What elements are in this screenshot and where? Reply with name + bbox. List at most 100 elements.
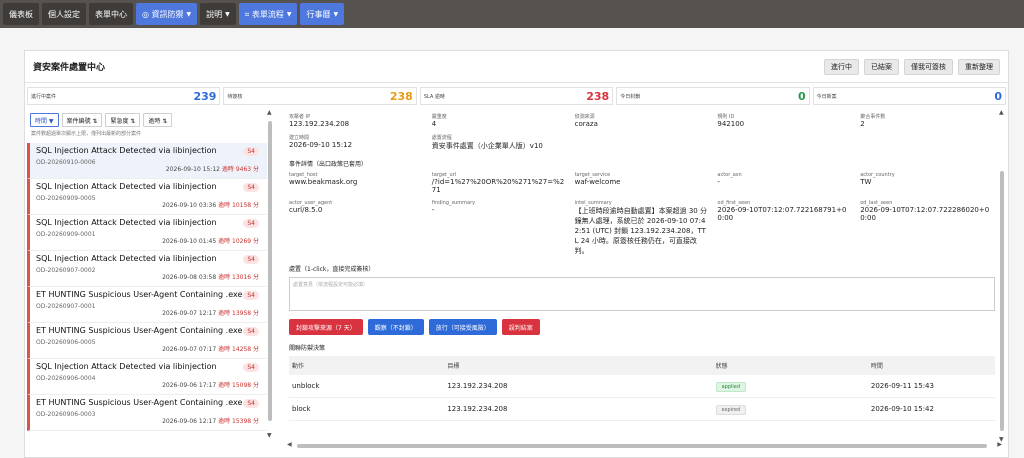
action-button[interactable]: 放行（可接受風險） [428,319,497,335]
case-list-panel: 時間 ▼ 案件編號 ⇅ 緊急度 ⇅ 逾時 ⇅ 案件數超過單次顯示上限，僅列出最新的部分… [27,111,267,439]
nav-item[interactable]: 個人設定 [42,3,86,25]
stat-card: 今日新案 0 [812,87,1007,105]
summary-fields: 攻擊者 IP 123.192.234.208 嚴重度 4 偵測來源 coraza 規則 ID… [289,113,995,128]
list-item[interactable]: SQL Injection Attack Detected via libinj… [27,359,267,395]
overdue-text: 逾時 15098 分 [218,382,259,389]
field-label: 攻擊者 IP [289,114,311,120]
stat-value: 0 [797,89,806,103]
table-row: unblock 123.192.234.208 applied 2026-09-11 … [289,375,995,398]
detail-field: 聚合事件數 2 [860,113,995,128]
field-value: 4 [431,120,437,128]
sort-chip[interactable]: 緊急度 ⇅ [105,113,141,127]
case-title: SQL Injection Attack Detected via libinj… [36,146,217,155]
target-cell: 123.192.234.208 [444,397,713,421]
field-value: 資安事件處置（小企業單人版）v10 [431,142,543,150]
scrollbar-thumb[interactable] [1000,171,1004,431]
detail-scrollbar[interactable]: ▲ ▼ [999,109,1005,443]
case-meta: 2026-09-07 12:17 逾時 13958 分 [162,308,259,317]
top-navigation: 儀表板 個人設定 表單中心 ◎ 資訊防禦 ▼ 說明 ▼ ⌗ 表單流程 ▼ 行事曆 ▼ [0,0,1024,28]
severity-badge: S4 [243,255,259,264]
case-meta: 2026-09-08 03:58 逾時 13016 分 [162,272,259,281]
field-value: coraza [574,120,598,128]
case-time: 2026-09-07 07:17 [162,346,217,353]
scrollbar-thumb[interactable] [297,444,987,448]
nav-item[interactable]: ⌗ 表單流程 ▼ [238,3,298,25]
list-item[interactable]: SQL Injection Attack Detected via libinj… [27,251,267,287]
field-label: 規則 ID [717,114,735,120]
column-header: 狀態 [712,356,868,375]
detail-field: target_url/?id=1%27%20OR%20%271%27=%271 [432,172,567,194]
nav-item[interactable]: ◎ 資訊防禦 ▼ [136,3,198,25]
header-button[interactable]: 重新整理 [958,58,1000,75]
disposition-actions: 封鎖攻擊來源（7 天） 觀察（不封鎖） 放行（可接受風險） 誤判結案 [289,319,995,335]
field-label: 建立時間 [289,135,310,141]
nav-item[interactable]: 行事曆 ▼ [300,3,345,25]
field-value: curl/8.5.0 [289,206,323,214]
list-item[interactable]: ET HUNTING Suspicious User-Agent Contain… [27,395,267,431]
nav-item-label: ⌗ 表單流程 [244,9,284,19]
status-cell: applied [712,375,868,398]
case-time: 2026-09-06 17:17 [162,382,217,389]
stat-card: SLA 逾時 238 [419,87,614,105]
field-value: - [717,178,720,186]
action-cell: block [289,397,445,421]
nav-item-label: 個人設定 [48,9,80,19]
case-meta: 2026-09-10 01:45 逾時 10269 分 [162,236,259,245]
field-value: www.beakmask.org [289,178,358,186]
list-hint: 案件數超過單次顯示上限，僅列出最新的部分案件 [31,131,142,137]
field-value: 【上班時段逾時自動處置】本案超過 30 分鐘無人處理，系統已於 2026-09-… [574,207,707,255]
main-panel: 資安案件處置中心 進行中 已結案 僅我可簽核 重新整理 進行中案件 239 待簽核 238 S… [24,50,1009,458]
case-meta: 2026-09-10 15:12 逾時 9463 分 [166,164,259,173]
stat-value: 0 [994,89,1003,103]
nav-item[interactable]: 儀表板 [3,3,39,25]
field-label: 偵測來源 [574,114,595,120]
case-list-scrollbar[interactable]: ▲ ▼ [267,109,273,439]
list-item[interactable]: SQL Injection Attack Detected via libinj… [27,179,267,215]
action-button[interactable]: 誤判結案 [501,319,540,335]
nav-item-label: 表單中心 [95,9,127,19]
horizontal-scrollbar[interactable]: ◀ ▶ [287,441,1002,449]
detail-field: finding_summary - [432,200,567,256]
status-badge: applied [715,382,747,392]
sort-chip[interactable]: 逾時 ⇅ [143,113,173,127]
stat-label: 待簽核 [227,93,243,100]
case-time: 2026-09-10 01:45 [162,238,217,245]
nav-item-label: 行事曆 [306,9,331,19]
action-button[interactable]: 封鎖攻擊來源（7 天） [289,319,363,335]
sort-chip[interactable]: 案件編號 ⇅ [61,113,103,127]
list-item[interactable]: ET HUNTING Suspicious User-Agent Contain… [27,323,267,359]
detail-field: 處置流程 資安事件處置（小企業單人版）v10 [432,134,567,151]
action-button[interactable]: 觀察（不封鎖） [367,319,424,335]
case-list[interactable]: SQL Injection Attack Detected via libinj… [27,143,267,439]
event-fields-2: actor_user_agent curl/8.5.0 finding_summar… [289,200,995,256]
header-button[interactable]: 僅我可簽核 [904,58,953,75]
page-title: 資安案件處置中心 [33,63,106,73]
stat-label: SLA 逾時 [423,93,445,100]
disposition-comment-textarea[interactable]: 處置意見（依流程設定可能必填） [289,277,995,311]
severity-badge: S4 [243,219,259,228]
detail-field: od_first_seen 2026-09-10T07:12:07.7221687… [717,200,852,256]
stat-card: 今日封鎖 0 [616,87,810,105]
field-label: 處置流程 [431,135,452,141]
scrollbar-thumb[interactable] [268,121,272,421]
sort-chip[interactable]: 時間 ▼ [30,113,59,127]
list-item[interactable]: SQL Injection Attack Detected via libinj… [27,215,267,251]
defense-table: 動作 目標 狀態 時間 unblock 123.192.234.208 applied 20… [289,356,995,421]
nav-item[interactable]: 說明 ▼ [200,3,236,25]
case-title: ET HUNTING Suspicious User-Agent Contain… [36,398,243,407]
sort-filters: 時間 ▼ 案件編號 ⇅ 緊急度 ⇅ 逾時 ⇅ [27,113,267,127]
scroll-right-icon[interactable]: ▶ [997,441,1002,448]
header-button[interactable]: 已結案 [864,58,899,75]
list-item[interactable]: ET HUNTING Suspicious User-Agent Contain… [27,287,267,323]
scroll-up-icon[interactable]: ▲ [267,109,272,116]
detail-field: 攻擊者 IP 123.192.234.208 [289,113,424,128]
scroll-down-icon[interactable]: ▼ [267,432,272,439]
scroll-up-icon[interactable]: ▲ [999,109,1004,116]
nav-item[interactable]: 表單中心 [89,3,133,25]
header-button[interactable]: 進行中 [824,58,859,75]
case-time: 2026-09-08 03:58 [162,274,217,281]
field-value: 2026-09-10T07:12:07.722168791+00:00 [717,206,847,222]
list-item[interactable]: SQL Injection Attack Detected via libinj… [27,143,267,179]
field-value: 2026-09-10T07:12:07.722286020+00:00 [860,206,990,222]
scroll-left-icon[interactable]: ◀ [287,441,292,448]
